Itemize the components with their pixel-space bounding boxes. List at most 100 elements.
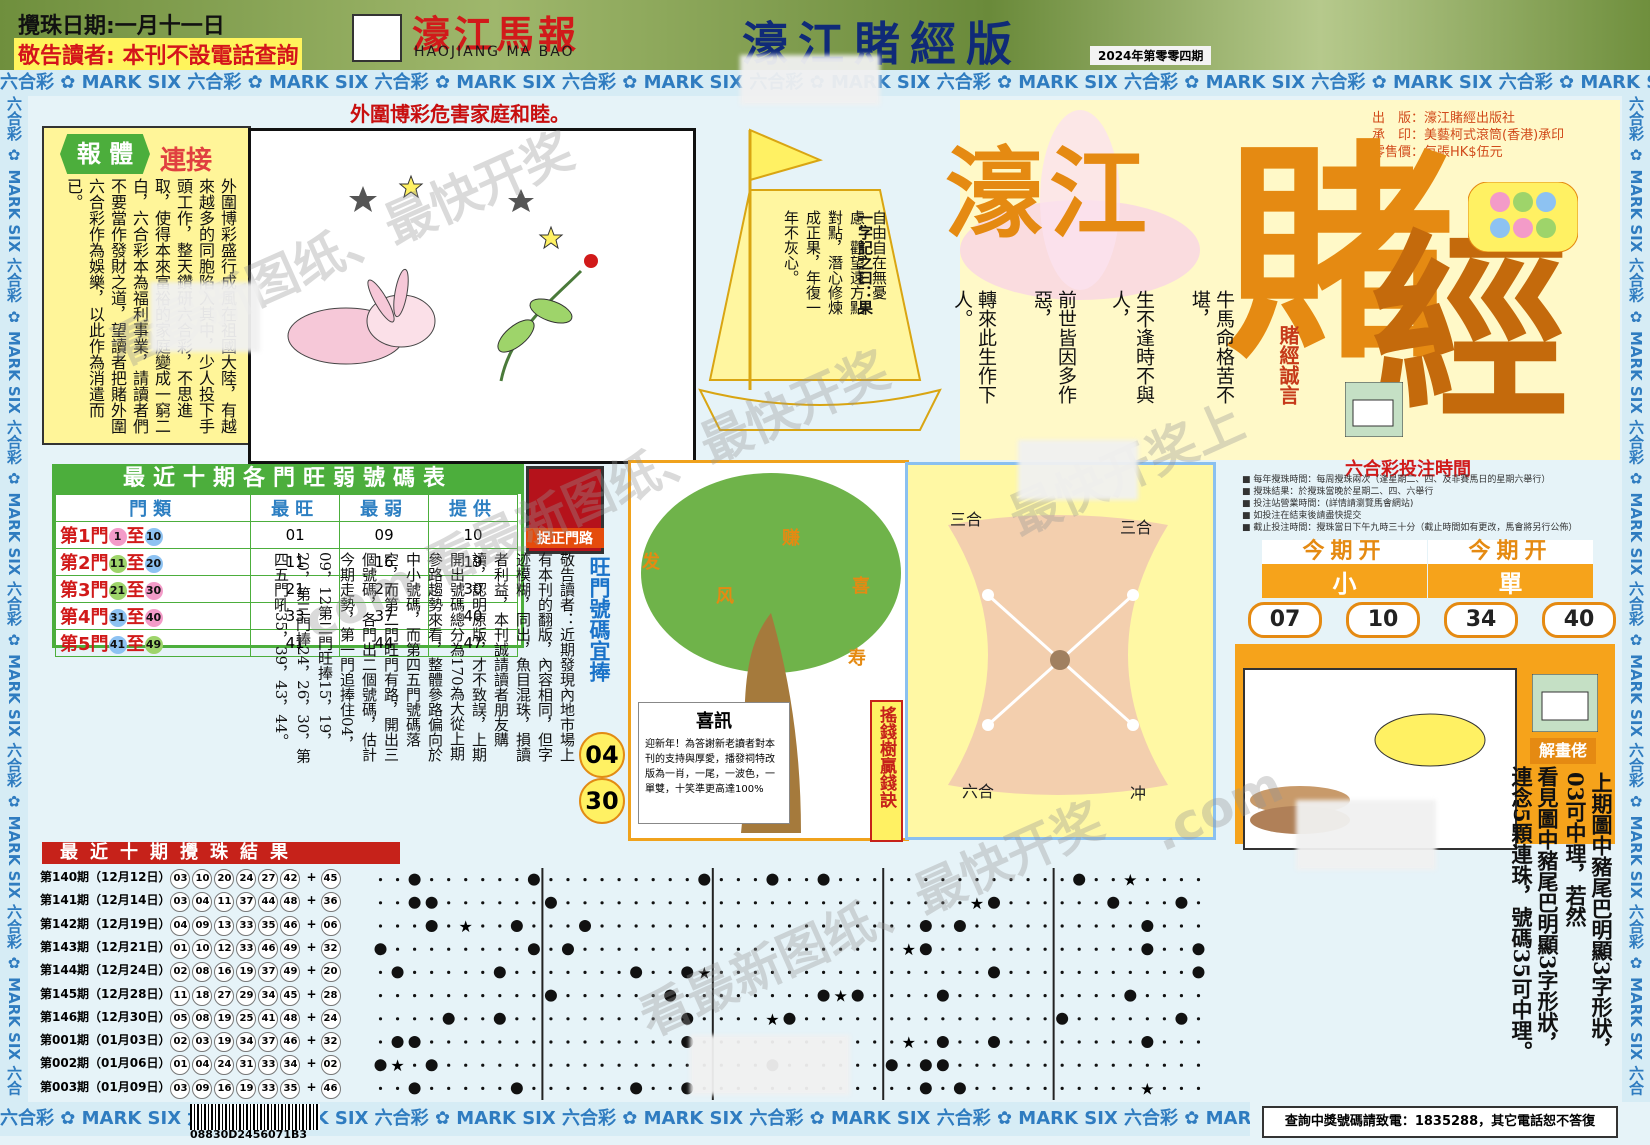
empty-dot [1145, 970, 1149, 974]
plus-sign: + [306, 1079, 317, 1094]
empty-dot [583, 878, 587, 882]
empty-dot [873, 878, 877, 882]
empty-dot [1077, 970, 1081, 974]
drawn-dot [527, 873, 540, 886]
empty-dot [549, 878, 553, 882]
empty-dot [1077, 1040, 1081, 1044]
result-period: 第141期（12月14日） [40, 893, 171, 908]
empty-dot [804, 970, 809, 974]
empty-dot [413, 1063, 417, 1067]
empty-dot [583, 947, 587, 951]
special-star: ★ [459, 917, 473, 936]
empty-dot [498, 1086, 502, 1090]
result-ball: 19 [214, 1008, 235, 1029]
empty-dot [821, 970, 826, 974]
this-issue-size: 小 [1332, 570, 1357, 598]
special-star: ★ [902, 940, 916, 959]
empty-dot [498, 947, 502, 951]
empty-dot [549, 947, 553, 951]
empty-dot [907, 1063, 911, 1067]
empty-dot [566, 1017, 570, 1021]
empty-dot [515, 878, 519, 882]
empty-dot [515, 1017, 519, 1021]
drawn-dot [425, 920, 438, 932]
empty-dot [873, 1017, 877, 1021]
empty-dot [532, 901, 536, 905]
empty-dot [753, 878, 758, 882]
empty-dot [1043, 1086, 1047, 1090]
empty-dot [1043, 924, 1047, 928]
drawn-dot [851, 989, 864, 1002]
empty-dot [753, 924, 758, 928]
empty-dot [498, 994, 502, 998]
empty-dot [532, 1040, 536, 1044]
empty-dot [1043, 1040, 1047, 1044]
empty-dot [1094, 1063, 1098, 1067]
empty-dot [1094, 970, 1098, 974]
empty-dot [804, 924, 809, 928]
empty-dot [1162, 947, 1166, 951]
result-ball: 27 [258, 869, 279, 889]
empty-dot [617, 947, 621, 951]
this-issue-number-1: 07 [1248, 602, 1322, 638]
empty-dot [1060, 901, 1064, 905]
empty-dot [566, 1040, 570, 1044]
result-ball: 24 [214, 1055, 235, 1076]
empty-dot [481, 1063, 485, 1067]
border-bottom: 六合彩 ✿ MARK SIX 六合彩 ✿ MARK SIX 六合彩 ✿ MARK… [0, 1102, 1250, 1136]
drawn-dot [681, 966, 694, 979]
drawn-dot [630, 1082, 643, 1095]
empty-dot [668, 1086, 672, 1090]
empty-dot [1077, 1017, 1081, 1021]
empty-dot [992, 1086, 996, 1090]
empty-dot [532, 1017, 536, 1021]
result-ball: 20 [214, 869, 235, 889]
special-star: ★ [697, 963, 711, 982]
result-ball: 34 [236, 1032, 257, 1053]
result-period: 第142期（12月19日） [40, 916, 171, 931]
empty-dot [924, 1017, 928, 1021]
result-special-ball: 24 [320, 1008, 341, 1029]
cartoon-panel [248, 128, 696, 464]
result-ball: 41 [258, 1008, 279, 1029]
empty-dot [1094, 947, 1098, 951]
empty-dot [617, 878, 621, 882]
table-row: 第140期（12月12日） 03 10 20 24 27 42 +45 [40, 868, 343, 890]
empty-dot [651, 924, 655, 928]
table-row: 第001期（01月03日） 02 03 19 34 37 46 +32 [40, 1031, 343, 1053]
empty-dot [1111, 878, 1115, 882]
empty-dot [464, 901, 468, 905]
result-period: 第145期（12月28日） [40, 986, 171, 1001]
barcode-icon [190, 1104, 320, 1130]
empty-dot [600, 901, 604, 905]
result-ball: 09 [192, 915, 213, 936]
result-ball: 25 [236, 1008, 257, 1029]
empty-dot [804, 901, 809, 905]
empty-dot [464, 1040, 468, 1044]
empty-dot [651, 901, 655, 905]
empty-dot [430, 1017, 434, 1021]
drawn-dot [1141, 1036, 1154, 1048]
empty-dot [907, 994, 911, 998]
empty-dot [736, 947, 740, 951]
link-panel-title-b: 連接 [160, 146, 213, 176]
result-period: 第002期（01月06日） [40, 1056, 171, 1071]
drawn-dot [987, 966, 1000, 979]
empty-dot [566, 1063, 570, 1067]
empty-dot [464, 1063, 468, 1067]
result-ball: 16 [214, 962, 235, 983]
special-star: ★ [902, 1033, 916, 1052]
empty-dot [1145, 878, 1149, 882]
empty-dot [839, 947, 843, 951]
empty-dot [464, 878, 468, 882]
empty-dot [1094, 924, 1098, 928]
empty-dot [719, 970, 723, 974]
empty-dot [549, 1017, 553, 1021]
empty-dot [549, 1040, 553, 1044]
border-right: 六合彩 ✿ MARK SIX 六合彩 ✿ MARK SIX 六合彩 ✿ MARK… [1622, 96, 1650, 1102]
result-ball: 03 [170, 869, 191, 889]
result-ball: 48 [280, 1008, 301, 1029]
empty-dot [685, 1063, 689, 1067]
empty-dot [958, 1063, 962, 1067]
plus-sign: + [306, 1033, 317, 1048]
